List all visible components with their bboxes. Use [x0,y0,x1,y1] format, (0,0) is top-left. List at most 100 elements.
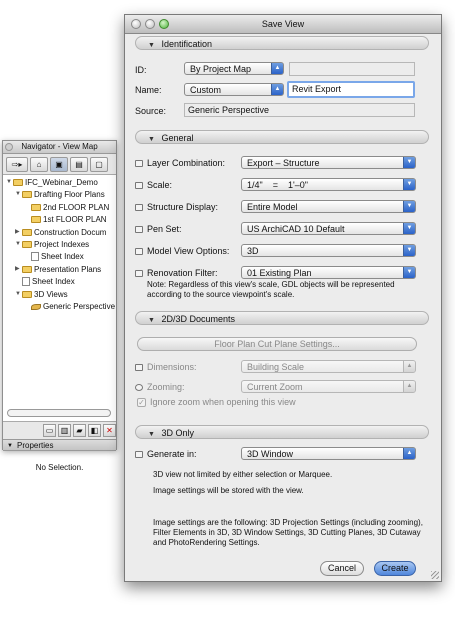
navigator-palette: Navigator - View Map ⇨▸ ⌂ ▣ ▤ ▢ ▼ IFC_Web… [2,140,117,472]
3d-info-storage: Image settings will be stored with the v… [153,486,304,495]
identification-section-header[interactable]: ▼ Identification [135,36,429,50]
floor-plan-cut-plane-settings-button[interactable]: Floor Plan Cut Plane Settings... [137,337,417,351]
folder-icon [31,203,41,211]
resize-grip-icon[interactable] [431,571,439,579]
delete-icon[interactable]: ✕ [103,424,116,437]
navigator-horizontal-scrollbar[interactable] [7,409,111,417]
navigator-close-button[interactable] [5,143,13,151]
zooming-label: Zooming: [135,382,185,392]
new-folder-icon[interactable]: ▭ [43,424,56,437]
general-row-label: Layer Combination: [135,158,225,168]
disclosure-right-icon[interactable]: ▶ [15,227,22,238]
id-field[interactable] [289,62,415,76]
generate-in-popup[interactable]: 3D Window ▲ [241,447,416,460]
section-title: General [161,133,194,143]
popup-arrows-icon: ▲ [271,63,283,74]
folder-icon[interactable]: ▰ [73,424,86,437]
zooming-popup[interactable]: Current Zoom ▲ [241,380,416,393]
tree-item[interactable]: 2nd FLOOR PLAN [24,202,109,213]
general-row-label: Model View Options: [135,246,229,256]
general-row-label-text: Model View Options: [147,246,230,256]
folder-icon [31,216,41,224]
dialog-titlebar[interactable]: Save View [125,15,441,34]
popup-arrows-icon: ▼ [403,179,415,190]
section-title: 3D Only [161,428,194,438]
folder-icon [22,290,32,298]
general-row-popup-value: Entire Model [247,202,298,212]
tree-item[interactable]: ▼ 3D Views [15,289,68,300]
name-popup[interactable]: Custom ▲ [184,83,284,96]
disclosure-down-icon[interactable]: ▼ [15,289,22,300]
tree-item[interactable]: ▼ IFC_Webinar_Demo [6,177,98,188]
general-row-popup[interactable]: 1/4" = 1'–0" ▼ [241,178,416,191]
magnifier-icon [135,384,143,392]
general-section-header[interactable]: ▼ General [135,130,429,144]
dimension-icon [135,364,143,372]
general-row-label-text: Scale: [147,180,173,190]
3d-info-selection: 3D view not limited by either selection … [153,470,333,479]
popup-arrows-icon: ▲ [403,448,415,459]
tree-item[interactable]: Generic Perspective [24,301,115,312]
disclosure-down-icon[interactable]: ▼ [15,239,22,250]
name-field[interactable]: Revit Export [287,81,415,98]
navigator-titlebar[interactable]: Navigator - View Map [3,141,116,154]
dimensions-popup[interactable]: Building Scale ▲ [241,360,416,373]
general-row-popup[interactable]: Export – Structure ▼ [241,156,416,169]
collapse-arrow-icon: ▼ [7,443,13,449]
general-row-popup-value: 3D [247,246,259,256]
dimensions-label: Dimensions: [135,362,197,372]
id-popup[interactable]: By Project Map ▲ [184,62,284,75]
popup-arrows-icon: ▲ [271,84,283,95]
tree-item-label: Project Indexes [34,240,90,249]
general-row-label-text: Structure Display: [147,202,219,212]
3d-info-image-settings: Image settings are the following: 3D Pro… [153,518,423,547]
source-label: Source: [135,106,167,116]
zoom-window-button[interactable] [159,19,169,29]
id-popup-value: By Project Map [190,64,252,74]
3d-only-section-header[interactable]: ▼ 3D Only [135,425,429,439]
section-title: 2D/3D Documents [161,314,235,324]
pen-icon [135,226,143,234]
cancel-button[interactable]: Cancel [320,561,364,576]
popup-arrows-icon: ▼ [403,267,415,278]
popup-arrows-icon: ▲ [403,361,415,372]
general-row-popup[interactable]: US ArchiCAD 10 Default ▼ [241,222,416,235]
tree-item[interactable]: ▶ Construction Docum [15,227,106,238]
view-map-icon[interactable]: ▣ [50,156,68,172]
disclosure-down-icon: ▼ [148,136,155,143]
disclosure-down-icon[interactable]: ▼ [6,177,13,188]
perspective-camera-icon [31,303,41,310]
zooming-popup-value: Current Zoom [247,382,303,392]
folder-icon [22,191,32,199]
general-row-popup[interactable]: Entire Model ▼ [241,200,416,213]
scale-icon [135,182,143,190]
general-row-popup[interactable]: 01 Existing Plan ▼ [241,266,416,279]
settings-icon[interactable]: ◧ [88,424,101,437]
properties-header[interactable]: ▼ Properties [3,439,116,451]
tree-item[interactable]: 1st FLOOR PLAN [24,214,107,225]
disclosure-down-icon[interactable]: ▼ [15,189,22,200]
generate-icon [135,451,143,459]
disclosure-right-icon[interactable]: ▶ [15,264,22,275]
navigator-map-switch-button[interactable]: ⇨▸ [6,156,28,172]
layout-book-icon[interactable]: ▤ [70,156,88,172]
close-window-button[interactable] [131,19,141,29]
tree-item[interactable]: ▼ Project Indexes [15,239,89,250]
dimensions-label-text: Dimensions: [147,362,197,372]
minimize-window-button[interactable] [145,19,155,29]
structure-icon [135,204,143,212]
tree-item[interactable]: ▼ Drafting Floor Plans [15,189,105,200]
clone-view-icon[interactable]: ▥ [58,424,71,437]
general-row-label: Pen Set: [135,224,182,234]
publisher-icon[interactable]: ▢ [90,156,108,172]
general-row-popup-value: Export – Structure [247,158,320,168]
general-row-popup[interactable]: 3D ▼ [241,244,416,257]
docs-2d3d-section-header[interactable]: ▼ 2D/3D Documents [135,311,429,325]
tree-item[interactable]: ▶ Presentation Plans [15,264,101,275]
create-button[interactable]: Create [374,561,416,576]
ignore-zoom-checkbox[interactable]: ✓ [137,398,146,407]
tree-item[interactable]: Sheet Index [24,251,84,262]
tree-item[interactable]: Sheet Index [15,276,75,287]
folder-icon [22,241,32,248]
project-map-icon[interactable]: ⌂ [30,156,48,172]
